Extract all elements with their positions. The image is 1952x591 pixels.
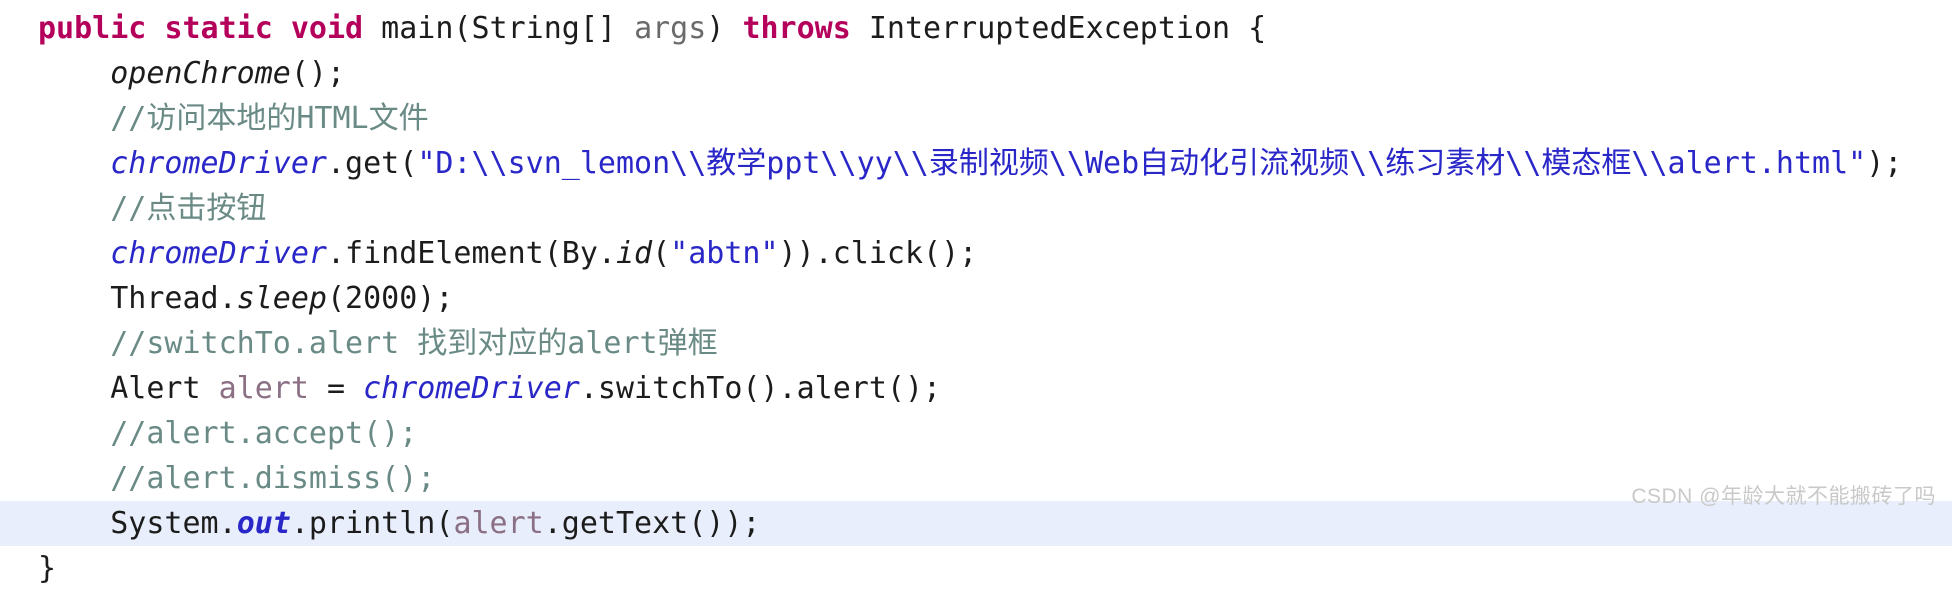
code-token-plain: ( — [652, 236, 671, 271]
code-token-variable: alert — [453, 506, 544, 541]
code-token-string: "D:\\svn_lemon\\教学ppt\\yy\\录制视频\\Web自动化引… — [417, 146, 1867, 181]
code-token-plain: (2000); — [327, 281, 454, 316]
code-token-variable: alert — [218, 371, 309, 406]
code-token-field: chromeDriver — [363, 371, 580, 406]
code-editor[interactable]: public static void main(String[] args) t… — [0, 0, 1952, 586]
code-token-parameter: args — [634, 11, 707, 46]
code-token-keyword: static — [164, 11, 273, 46]
code-token-plain: .get( — [327, 146, 418, 181]
code-token-comment: //alert.dismiss(); — [110, 461, 436, 496]
code-token-keyword: throws — [742, 11, 851, 46]
code-line[interactable]: public static void main(String[] args) t… — [0, 6, 1952, 51]
code-line[interactable]: //switchTo.alert 找到对应的alert弹框 — [0, 321, 1952, 366]
code-line[interactable]: chromeDriver.findElement(By.id("abtn")).… — [0, 231, 1952, 276]
code-token-comment: //访问本地的HTML文件 — [110, 101, 429, 136]
code-token-plain: .findElement(By. — [327, 236, 616, 271]
code-line[interactable]: //访问本地的HTML文件 — [0, 96, 1952, 141]
code-token-keyword: void — [290, 11, 364, 46]
code-token-method-italic: openChrome — [110, 56, 291, 91]
code-token-static: out — [236, 506, 291, 541]
code-token-keyword: public — [38, 11, 147, 46]
code-token-string: "abtn" — [670, 236, 779, 271]
code-token-plain: .println( — [290, 506, 454, 541]
code-line[interactable]: chromeDriver.get("D:\\svn_lemon\\教学ppt\\… — [0, 141, 1952, 186]
code-line[interactable]: //点击按钮 — [0, 186, 1952, 231]
code-token-plain: (); — [290, 56, 346, 91]
code-token-plain: } — [38, 551, 57, 586]
code-token-plain: .getText()); — [543, 506, 761, 541]
code-token-method-italic: sleep — [236, 281, 327, 316]
code-token-field: chromeDriver — [110, 146, 327, 181]
code-line[interactable]: openChrome(); — [0, 51, 1952, 96]
code-token-plain: Alert — [110, 371, 219, 406]
code-token-plain: System. — [110, 506, 237, 541]
code-line[interactable]: Alert alert = chromeDriver.switchTo().al… — [0, 366, 1952, 411]
code-token-plain: = — [308, 371, 364, 406]
code-token-plain: Thread. — [110, 281, 237, 316]
code-line[interactable]: } — [0, 546, 1952, 591]
code-token-comment: //switchTo.alert 找到对应的alert弹框 — [110, 326, 718, 361]
code-token-plain: main(String[] — [363, 11, 635, 46]
code-token-plain: ) — [706, 11, 743, 46]
csdn-watermark: CSDN @年龄大就不能搬砖了吗 — [1631, 485, 1936, 508]
code-line[interactable]: Thread.sleep(2000); — [0, 276, 1952, 321]
code-token-plain: )).click(); — [778, 236, 978, 271]
code-token-field: chromeDriver — [110, 236, 327, 271]
code-token-comment: //alert.accept(); — [110, 416, 418, 451]
code-token-plain: .switchTo().alert(); — [579, 371, 942, 406]
code-line[interactable]: //alert.accept(); — [0, 411, 1952, 456]
code-token-plain: InterruptedException { — [850, 11, 1267, 46]
code-token-plain: ); — [1866, 146, 1903, 181]
code-token-comment: //点击按钮 — [110, 191, 267, 226]
code-token-method-italic: id — [615, 236, 653, 271]
